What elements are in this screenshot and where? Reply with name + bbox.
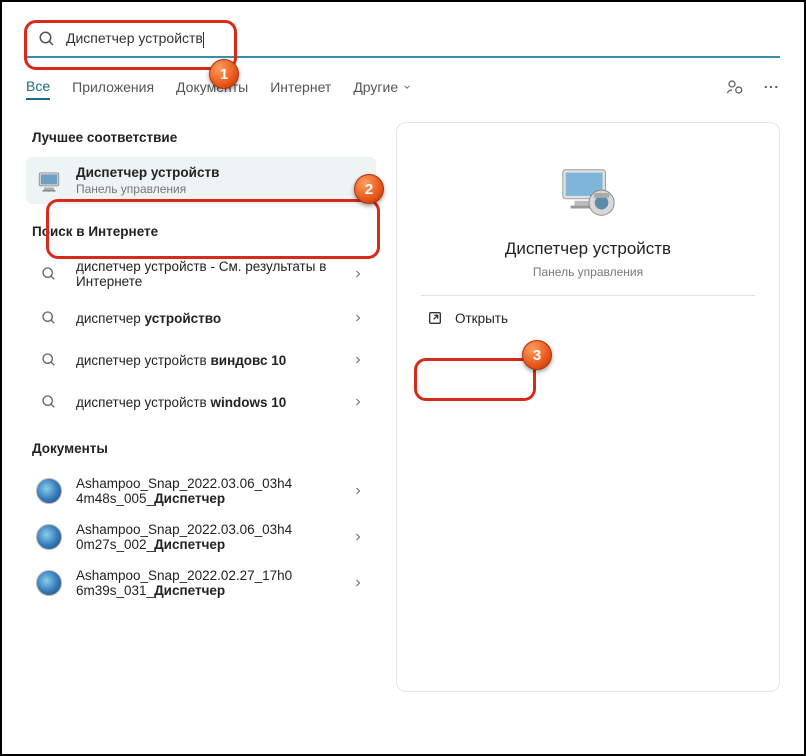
web-result-1[interactable]: диспетчер устройство [26,297,376,339]
search-icon [36,305,62,331]
device-manager-icon [36,168,62,194]
document-result-0[interactable]: Ashampoo_Snap_2022.03.06_03h4 4m48s_005_… [26,468,376,514]
chevron-right-icon [352,268,364,280]
preview-header: Диспетчер устройств Панель управления [421,147,755,296]
web-result-text: диспетчер устройств виндовс 10 [76,353,338,368]
tabs-row: Все Приложения Документы Интернет Другие [26,62,780,108]
best-match-text: Диспетчер устройств Панель управления [76,165,364,196]
windows-search-panel: Диспетчер устройств Все Приложения Докум… [0,0,806,756]
preview-panel: Диспетчер устройств Панель управления От… [396,122,780,692]
annotation-badge-1: 1 [209,59,239,89]
search-icon [36,389,62,415]
chevron-right-icon [352,485,364,497]
more-icon[interactable] [762,78,780,96]
annotation-badge-2: 2 [354,174,384,204]
web-result-text: диспетчер устройство [76,311,338,326]
annotation-badge-3: 3 [522,340,552,370]
search-input[interactable]: Диспетчер устройств [66,30,768,47]
web-result-text: диспетчер устройств - См. результаты в И… [76,259,338,289]
search-icon [36,261,62,287]
heading-best-match: Лучшее соответствие [26,122,376,157]
web-result-text: диспетчер устройств windows 10 [76,395,338,410]
web-result-0[interactable]: диспетчер устройств - См. результаты в И… [26,251,376,297]
tab-all[interactable]: Все [26,74,50,100]
open-label: Открыть [455,311,508,326]
open-external-icon [427,310,443,326]
document-result-2[interactable]: Ashampoo_Snap_2022.02.27_17h0 6m39s_031_… [26,560,376,606]
tab-apps[interactable]: Приложения [72,75,154,99]
document-text: Ashampoo_Snap_2022.03.06_03h4 4m48s_005_… [76,476,338,506]
document-thumbnail-icon [36,570,62,596]
search-icon [36,347,62,373]
chevron-right-icon [352,354,364,366]
chevron-right-icon [352,577,364,589]
chevron-right-icon [352,396,364,408]
open-action[interactable]: Открыть [397,296,779,340]
heading-documents: Документы [26,433,376,468]
chevron-right-icon [352,312,364,324]
chevron-right-icon [352,531,364,543]
preview-subtitle: Панель управления [421,265,755,279]
heading-web-search: Поиск в Интернете [26,216,376,251]
search-bar[interactable]: Диспетчер устройств [26,20,780,58]
results-column: Лучшее соответствие Диспетчер устройств … [26,122,376,692]
account-icon[interactable] [726,78,744,96]
preview-title: Диспетчер устройств [421,239,755,259]
document-thumbnail-icon [36,478,62,504]
device-manager-large-icon [557,165,619,221]
web-result-2[interactable]: диспетчер устройств виндовс 10 [26,339,376,381]
document-text: Ashampoo_Snap_2022.03.06_03h4 0m27s_002_… [76,522,338,552]
tab-web[interactable]: Интернет [270,75,331,99]
tab-more[interactable]: Другие [353,75,412,99]
web-result-3[interactable]: диспетчер устройств windows 10 [26,381,376,423]
document-text: Ashampoo_Snap_2022.02.27_17h0 6m39s_031_… [76,568,338,598]
best-match-item[interactable]: Диспетчер устройств Панель управления [26,157,376,204]
content-area: Лучшее соответствие Диспетчер устройств … [26,122,780,692]
document-result-1[interactable]: Ashampoo_Snap_2022.03.06_03h4 0m27s_002_… [26,514,376,560]
chevron-down-icon [402,82,412,92]
tabs-actions [726,78,780,96]
search-icon [38,30,56,48]
document-thumbnail-icon [36,524,62,550]
